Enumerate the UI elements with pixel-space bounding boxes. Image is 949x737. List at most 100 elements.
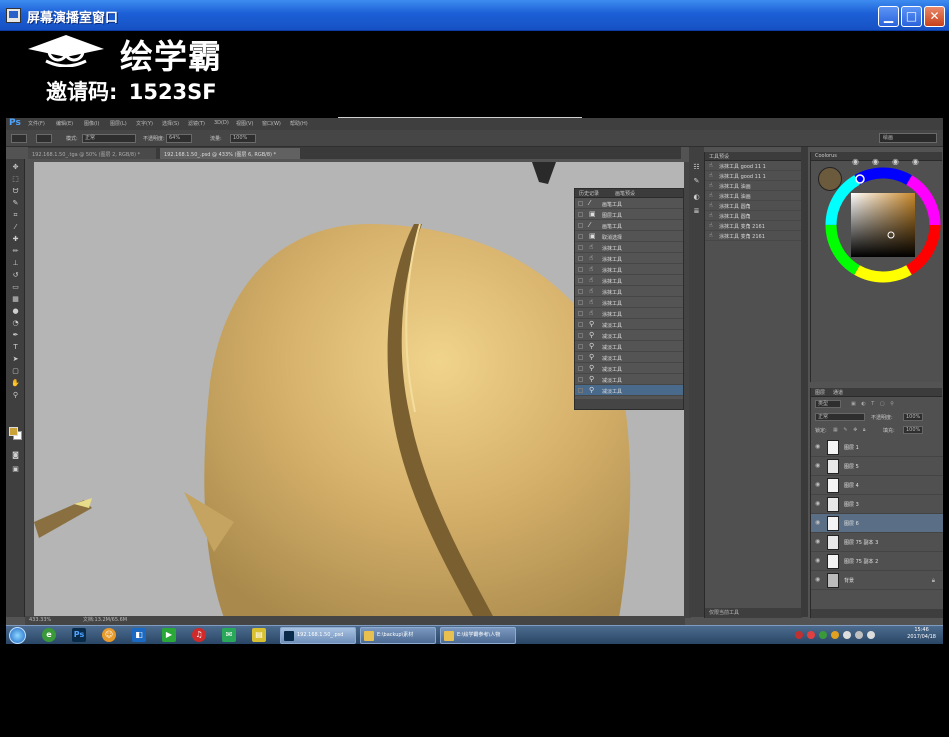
menu-filter[interactable]: 滤镜(T)	[188, 120, 205, 127]
type-tool-icon[interactable]: T	[10, 343, 21, 352]
history-snapshot-checkbox[interactable]	[578, 355, 583, 360]
history-item[interactable]: ☝ 涂抹工具	[575, 253, 683, 264]
menu-image[interactable]: 图像(I)	[84, 120, 99, 127]
history-snapshot-checkbox[interactable]	[578, 256, 583, 261]
history-item[interactable]: ☝ 涂抹工具	[575, 242, 683, 253]
layer-opacity-input[interactable]: 100%	[903, 413, 923, 421]
opacity-input[interactable]: 64%	[166, 134, 192, 143]
tool-preset-item[interactable]: ☝ 涂抹工具 变角 2161	[705, 221, 801, 231]
netease-music-icon[interactable]: ♫	[192, 628, 206, 642]
tray-volume-icon[interactable]	[843, 631, 851, 639]
folder-app-icon[interactable]: ▤	[252, 628, 266, 642]
taskbar-window-photoshop[interactable]: 192.168.1.50_.psd	[280, 627, 356, 644]
tab-coolorus[interactable]: Coolorus	[815, 153, 837, 159]
history-item[interactable]: ☝ 涂抹工具	[575, 308, 683, 319]
history-item[interactable]: ☝ 涂抹工具	[575, 275, 683, 286]
color-wheel[interactable]	[823, 165, 943, 285]
brush-panel-icon[interactable]: ✎	[692, 177, 701, 186]
tab-history[interactable]: 历史记录	[579, 190, 599, 197]
history-snapshot-checkbox[interactable]	[578, 245, 583, 250]
history-item[interactable]: ⚲ 减淡工具	[575, 363, 683, 374]
app-icon-blue[interactable]: ◧	[132, 628, 146, 642]
menu-file[interactable]: 文件(F)	[28, 120, 45, 127]
menu-3d[interactable]: 3D(D)	[214, 120, 229, 126]
tray-app-icon[interactable]	[807, 631, 815, 639]
tab-brush-presets[interactable]: 画笔预设	[615, 190, 635, 197]
history-snapshot-checkbox[interactable]	[578, 201, 583, 206]
zoom-tool-icon[interactable]: ⚲	[10, 391, 21, 400]
lasso-tool-icon[interactable]: ᗢ	[10, 187, 21, 196]
layer-visibility-eye-icon[interactable]: ◉	[815, 501, 822, 507]
menu-help[interactable]: 帮助(H)	[290, 120, 308, 127]
flow-input[interactable]: 100%	[230, 134, 256, 143]
tab-tool-presets[interactable]: 工具预设	[709, 153, 729, 160]
history-item[interactable]: ☝ 涂抹工具	[575, 286, 683, 297]
hand-tool-icon[interactable]: ✋	[10, 379, 21, 388]
brush-size-picker[interactable]	[36, 134, 52, 143]
dodge-tool-icon[interactable]: ◔	[10, 319, 21, 328]
layer-visibility-eye-icon[interactable]: ◉	[815, 520, 822, 526]
tool-preset-item[interactable]: ☝ 涂抹工具 good 11 1	[705, 171, 801, 181]
layer-visibility-eye-icon[interactable]: ◉	[815, 482, 822, 488]
start-button[interactable]	[9, 627, 26, 644]
history-snapshot-checkbox[interactable]	[578, 366, 583, 371]
history-item[interactable]: ⚲ 减淡工具	[575, 352, 683, 363]
layer-visibility-eye-icon[interactable]: ◉	[815, 539, 822, 545]
color-mode-icon[interactable]: ◉	[851, 157, 860, 166]
menu-select[interactable]: 选择(S)	[162, 120, 179, 127]
history-snapshot-checkbox[interactable]	[578, 344, 583, 349]
mode-select[interactable]: 正常	[82, 134, 136, 143]
color-settings-icon[interactable]: ◉	[911, 157, 920, 166]
tab-document-2[interactable]: 192.168.1.50_.psd @ 433% (图层 6, RGB/8) *	[160, 148, 300, 159]
color-mix-icon[interactable]: ◉	[871, 157, 880, 166]
screen-mode-icon[interactable]: ▣	[10, 465, 21, 474]
menu-edit[interactable]: 编辑(E)	[56, 120, 73, 127]
history-item[interactable]: ▣ 图层工具	[575, 209, 683, 220]
browser-icon[interactable]: e	[42, 628, 56, 642]
layer-visibility-eye-icon[interactable]: ◉	[815, 558, 822, 564]
marquee-tool-icon[interactable]: ⬚	[10, 175, 21, 184]
layer-row[interactable]: ◉ 图层 1	[811, 438, 943, 457]
history-item[interactable]: ☝ 涂抹工具	[575, 297, 683, 308]
history-snapshot-checkbox[interactable]	[578, 234, 583, 239]
history-item[interactable]: ⁄ 画笔工具	[575, 220, 683, 231]
history-snapshot-checkbox[interactable]	[578, 300, 583, 305]
history-brush-tool-icon[interactable]: ↺	[10, 271, 21, 280]
title-bar[interactable]: 屏幕演播室窗口 ▁ □ ✕	[0, 0, 949, 31]
pen-tool-icon[interactable]: ✒	[10, 331, 21, 340]
history-snapshot-checkbox[interactable]	[578, 289, 583, 294]
minimize-button[interactable]: ▁	[878, 6, 899, 27]
tray-qq-icon[interactable]	[831, 631, 839, 639]
history-item[interactable]: ⁄ 画笔工具	[575, 198, 683, 209]
history-item[interactable]: ⚲ 减淡工具	[575, 330, 683, 341]
fill-input[interactable]: 100%	[903, 426, 923, 434]
history-snapshot-checkbox[interactable]	[578, 333, 583, 338]
history-snapshot-checkbox[interactable]	[578, 377, 583, 382]
gradient-tool-icon[interactable]: ▦	[10, 295, 21, 304]
menu-layer[interactable]: 图层(L)	[110, 120, 127, 127]
tab-layers[interactable]: 图层	[815, 389, 825, 396]
history-snapshot-checkbox[interactable]	[578, 311, 583, 316]
adjustments-panel-icon[interactable]: ◐	[692, 193, 701, 202]
quick-select-tool-icon[interactable]: ✎	[10, 199, 21, 208]
layer-row[interactable]: ◉ 图层 75 副本 3	[811, 533, 943, 552]
tray-network-icon[interactable]	[819, 631, 827, 639]
foreground-color-swatch[interactable]	[9, 427, 18, 436]
history-snapshot-checkbox[interactable]	[578, 212, 583, 217]
tool-preset-item[interactable]: ☝ 涂抹工具 圆角	[705, 201, 801, 211]
history-snapshot-checkbox[interactable]	[578, 322, 583, 327]
taskbar-window-folder-2[interactable]: E:\绘学霸参考\人物	[440, 627, 516, 644]
close-button[interactable]: ✕	[924, 6, 945, 27]
lock-icons[interactable]: ▦ ✎ ✥ 🔒︎	[833, 427, 868, 433]
qq-icon[interactable]: ☺	[102, 628, 116, 642]
history-item[interactable]: ⚲ 减淡工具	[575, 374, 683, 385]
menu-view[interactable]: 视图(V)	[236, 120, 253, 127]
healing-tool-icon[interactable]: ✚	[10, 235, 21, 244]
layer-kind-filter[interactable]: 类型	[815, 400, 841, 408]
properties-panel-icon[interactable]: ≣	[692, 207, 701, 216]
quick-mask-icon[interactable]: ◙	[10, 451, 21, 460]
layer-filter-icons[interactable]: ▣ ◐ T ▢ ⚲	[851, 401, 896, 407]
layer-row[interactable]: ◉ 图层 6	[811, 514, 943, 533]
history-item[interactable]: ☝ 涂抹工具	[575, 264, 683, 275]
photoshop-taskbar-icon[interactable]: Ps	[72, 628, 86, 642]
